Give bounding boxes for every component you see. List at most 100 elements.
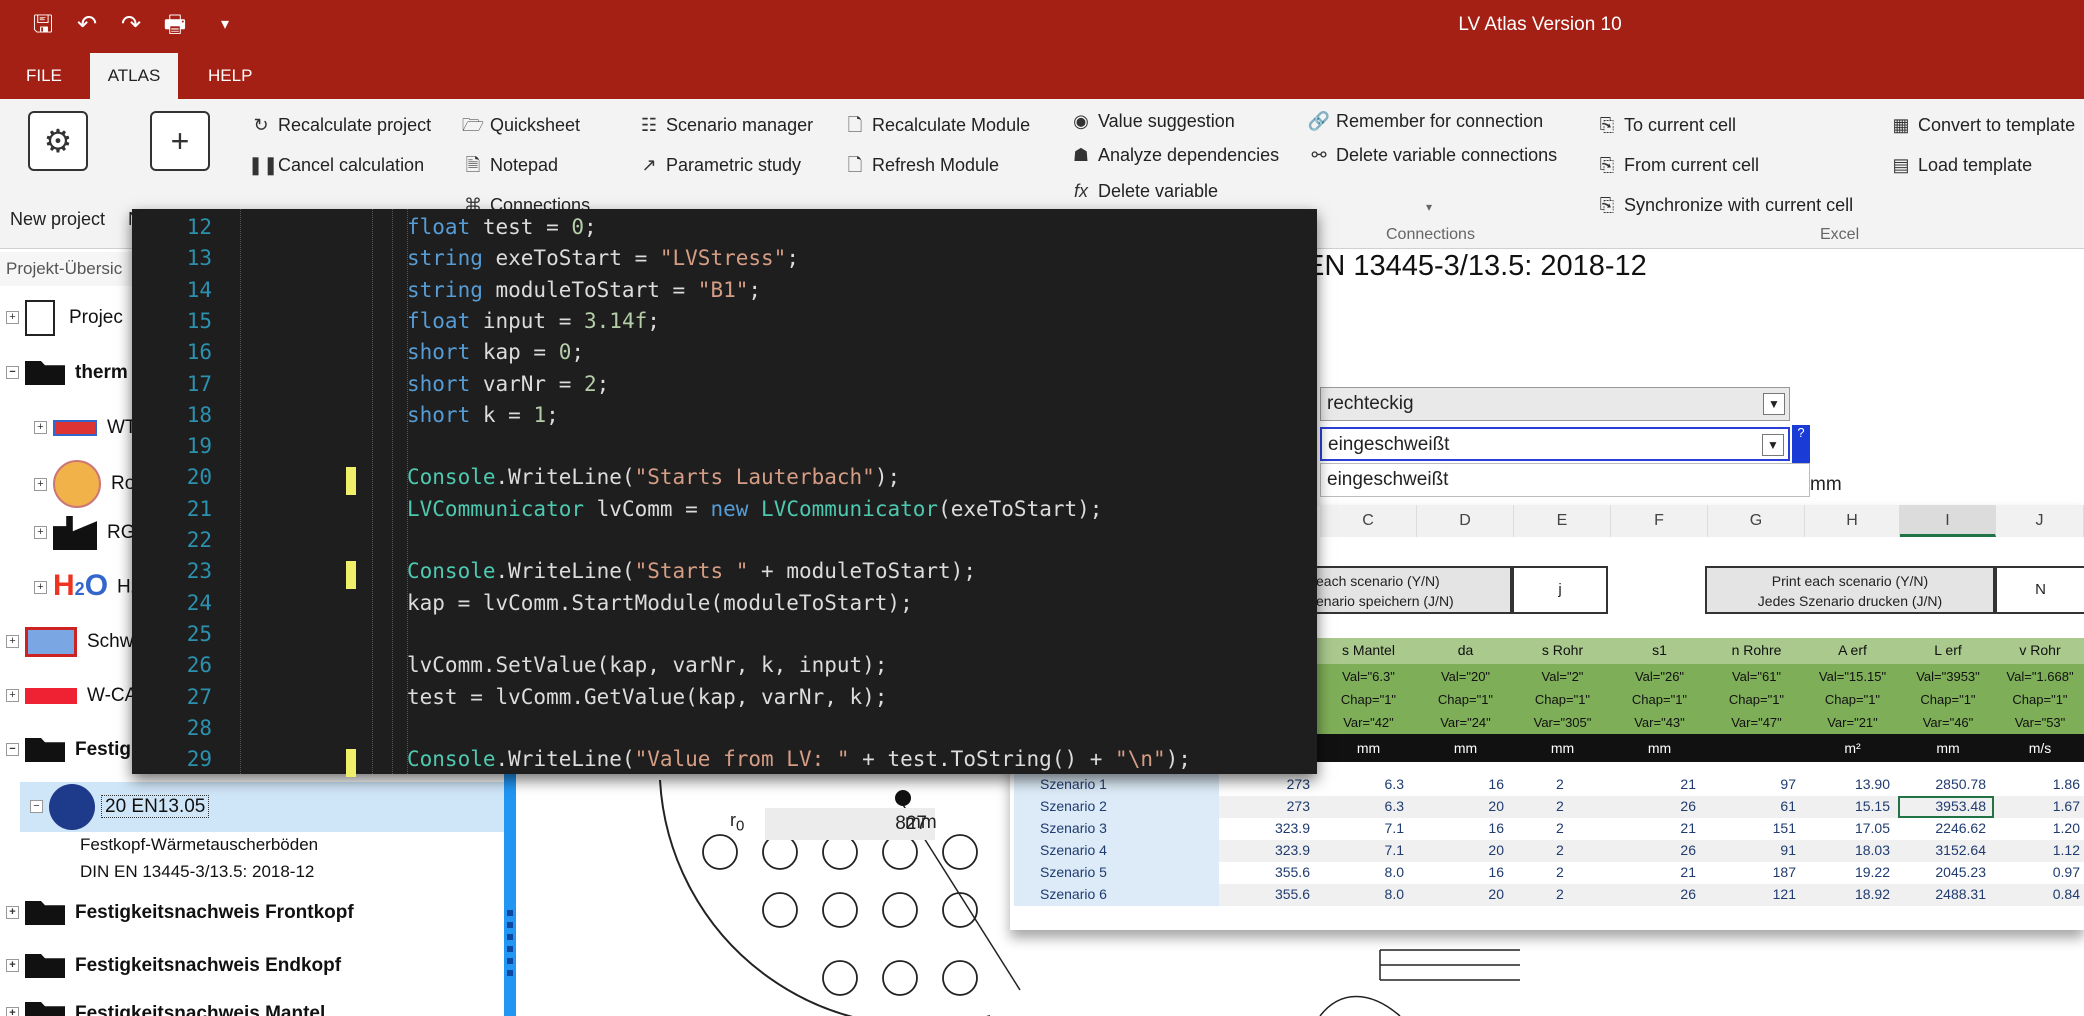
green-chap-cell[interactable]: Chap="1": [1900, 692, 1996, 707]
green-chap-cell[interactable]: Chap="1": [1805, 692, 1900, 707]
table-cell[interactable]: 1.67: [2053, 798, 2080, 814]
green-var-cell[interactable]: Var="305": [1514, 715, 1611, 730]
table-cell[interactable]: 16: [1488, 864, 1504, 880]
green-val-cell[interactable]: Val="6.3": [1320, 669, 1417, 684]
cancel-calculation-button[interactable]: ❚❚Cancel calculation: [248, 151, 424, 179]
code-line[interactable]: Console.WriteLine("Starts Lauterbach");: [407, 465, 900, 489]
tree-item-wt[interactable]: + WT: [34, 408, 137, 448]
scenario-name-cell[interactable]: Szenario 6: [1040, 886, 1107, 902]
table-cell[interactable]: 7.1: [1385, 842, 1404, 858]
tree-item-rg[interactable]: + RG: [34, 513, 136, 553]
table-cell[interactable]: 16: [1488, 776, 1504, 792]
save-scenario-value[interactable]: j: [1512, 566, 1608, 614]
table-cell[interactable]: 20: [1488, 798, 1504, 814]
scenario-name-cell[interactable]: Szenario 2: [1040, 798, 1107, 814]
table-cell[interactable]: 61: [1780, 798, 1796, 814]
green-headers-cell[interactable]: v Rohr: [1996, 642, 2084, 658]
tree-item-en1305[interactable]: −20 EN13.05: [20, 782, 505, 832]
delete-variable-button[interactable]: fx Delete variable: [1068, 177, 1218, 205]
collapse-icon[interactable]: −: [6, 743, 19, 757]
menu-atlas[interactable]: ATLAS: [90, 53, 178, 99]
green-val-cell[interactable]: Val="26": [1611, 669, 1708, 684]
code-line[interactable]: short varNr = 2;: [407, 372, 609, 396]
col-header-c[interactable]: C: [1320, 505, 1417, 537]
table-cell[interactable]: 3152.64: [1935, 842, 1986, 858]
recalculate-module-button[interactable]: 🗋 Recalculate Module: [842, 111, 1030, 139]
green-var-cell[interactable]: Var="43": [1611, 715, 1708, 730]
green-chap-cell[interactable]: Chap="1": [1996, 692, 2084, 707]
green-headers-cell[interactable]: s1: [1611, 642, 1708, 658]
green-headers-cell[interactable]: L erf: [1900, 642, 1996, 658]
green-var-cell[interactable]: Var="47": [1708, 715, 1805, 730]
notepad-button[interactable]: 🗎 Notepad: [460, 151, 558, 179]
col-header-f[interactable]: F: [1611, 505, 1708, 537]
table-cell[interactable]: 18.92: [1855, 886, 1890, 902]
expand-icon[interactable]: +: [6, 635, 19, 649]
tree-item-wca[interactable]: + W-CA: [6, 676, 137, 716]
green-chap-cell[interactable]: Chap="1": [1611, 692, 1708, 707]
table-cell[interactable]: 20: [1488, 886, 1504, 902]
table-cell[interactable]: 2: [1556, 776, 1564, 792]
table-cell[interactable]: 2246.62: [1935, 820, 1986, 836]
green-val-cell[interactable]: Val="1.668": [1996, 669, 2084, 684]
analyze-dependencies-button[interactable]: ☗ Analyze dependencies: [1068, 141, 1279, 169]
table-cell[interactable]: 2: [1556, 886, 1564, 902]
tree-item-din[interactable]: DIN EN 13445-3/13.5: 2018-12: [80, 857, 314, 887]
col-header-i[interactable]: I: [1900, 505, 1996, 537]
table-cell[interactable]: 2: [1556, 842, 1564, 858]
table-cell[interactable]: 6.3: [1385, 776, 1404, 792]
table-cell[interactable]: 2: [1556, 820, 1564, 836]
from-current-cell-button[interactable]: ⎘ From current cell: [1594, 151, 1759, 179]
table-cell[interactable]: 0.84: [2053, 886, 2080, 902]
collapse-icon[interactable]: −: [30, 800, 43, 814]
table-cell[interactable]: 26: [1680, 798, 1696, 814]
chevron-down-icon[interactable]: ▼: [1763, 393, 1785, 415]
col-header-h[interactable]: H: [1805, 505, 1900, 537]
code-editor[interactable]: 12 float test = 0; 13 string exeToStart = "…: [132, 209, 1317, 778]
green-headers-cell[interactable]: s Rohr: [1514, 642, 1611, 658]
green-chap-cell[interactable]: Chap="1": [1320, 692, 1417, 707]
chevron-down-icon[interactable]: ▼: [1762, 434, 1784, 456]
table-cell[interactable]: 26: [1680, 886, 1696, 902]
table-cell[interactable]: 15.15: [1855, 798, 1890, 814]
remember-connection-button[interactable]: 🔗 Remember for connection: [1306, 107, 1543, 135]
code-line[interactable]: string exeToStart = "LVStress";: [407, 246, 799, 270]
col-header-d[interactable]: D: [1417, 505, 1514, 537]
green-var-cell[interactable]: Var="53": [1996, 715, 2084, 730]
expand-icon[interactable]: +: [34, 526, 47, 540]
menu-help[interactable]: HELP: [194, 53, 266, 99]
table-cell[interactable]: 2488.31: [1935, 886, 1986, 902]
table-cell[interactable]: 355.6: [1275, 886, 1310, 902]
green-val-cell[interactable]: Val="15.15": [1805, 669, 1900, 684]
table-cell[interactable]: 2045.23: [1935, 864, 1986, 880]
table-cell[interactable]: 2: [1556, 798, 1564, 814]
expand-icon[interactable]: +: [34, 581, 47, 594]
tree-item-h2[interactable]: + H2O H2: [34, 566, 141, 606]
table-cell[interactable]: 1.86: [2053, 776, 2080, 792]
table-cell[interactable]: 7.1: [1385, 820, 1404, 836]
code-line[interactable]: test = lvComm.GetValue(kap, varNr, k);: [407, 685, 887, 709]
table-cell[interactable]: 2850.78: [1935, 776, 1986, 792]
table-cell[interactable]: 26: [1680, 842, 1696, 858]
expand-icon[interactable]: +: [6, 689, 19, 703]
convert-to-template-button[interactable]: ▦ Convert to template: [1888, 111, 2075, 139]
table-cell[interactable]: 187: [1773, 864, 1796, 880]
table-cell[interactable]: 16: [1488, 820, 1504, 836]
table-cell[interactable]: 8.0: [1385, 886, 1404, 902]
expand-icon[interactable]: +: [34, 421, 47, 435]
green-val-cell[interactable]: Val="3953": [1900, 669, 1996, 684]
green-headers-cell[interactable]: da: [1417, 642, 1514, 658]
redo-icon[interactable]: ↷: [116, 10, 146, 40]
code-line[interactable]: LVCommunicator lvComm = new LVCommunicat…: [407, 497, 1102, 521]
table-cell[interactable]: 20: [1488, 842, 1504, 858]
green-chap-cell[interactable]: Chap="1": [1708, 692, 1805, 707]
table-cell[interactable]: 1.20: [2053, 820, 2080, 836]
connection-select[interactable]: eingeschweißt ▼: [1320, 427, 1790, 461]
tree-item-schwi[interactable]: + Schwi: [6, 622, 138, 662]
code-line[interactable]: kap = lvComm.StartModule(moduleToStart);: [407, 591, 913, 615]
undo-icon[interactable]: ↶: [72, 10, 102, 40]
tree-item-mantel[interactable]: + Festigkeitsnachweis Mantel: [6, 994, 325, 1016]
table-cell[interactable]: 19.22: [1855, 864, 1890, 880]
parametric-study-button[interactable]: ↗ Parametric study: [636, 151, 801, 179]
load-template-button[interactable]: ▤ Load template: [1888, 151, 2032, 179]
